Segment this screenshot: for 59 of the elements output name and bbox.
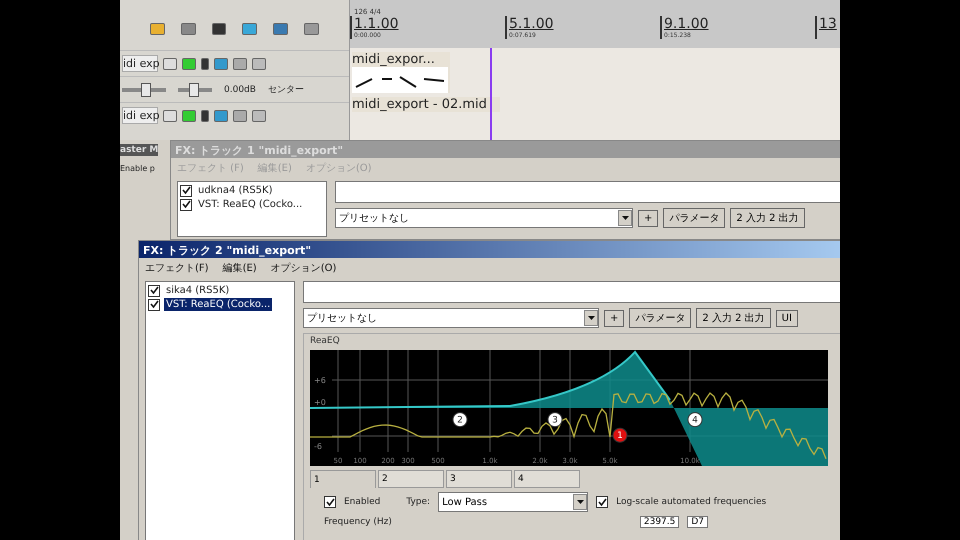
preset-dropdown[interactable]: プリセットなし (303, 308, 599, 328)
plugin-item[interactable]: VST: ReaEQ (Cocko... (164, 298, 272, 311)
plugin-item[interactable]: udkna4 (RS5K) (196, 184, 275, 197)
midi-clip[interactable]: midi_export - 02.mid (352, 97, 500, 112)
window-title: FX: トラック 2 "midi_export" (139, 241, 840, 258)
bar-label: 9.1.00 (664, 16, 710, 32)
toolbar-button[interactable]: 2 入力 2 出力 (730, 208, 805, 228)
menu-item[interactable]: エフェクト(F) (145, 261, 209, 276)
band-tab[interactable]: 4 (514, 470, 580, 488)
band-tab[interactable]: 1 (310, 470, 376, 488)
toolbar-button[interactable]: 2 入力 2 出力 (696, 308, 771, 328)
checkbox[interactable] (324, 496, 336, 508)
eq-band-handle[interactable]: 3 (548, 412, 562, 428)
checkbox[interactable] (596, 496, 608, 508)
slider-thumb[interactable] (140, 82, 151, 96)
plugin-name-field[interactable] (303, 281, 840, 303)
plugin-item[interactable]: VST: ReaEQ (Cocko... (196, 198, 304, 211)
checkbox-label: Enable p (120, 164, 155, 173)
checkbox-label: Log-scale automated frequencies (616, 497, 766, 507)
menu-item[interactable]: 編集(E) (222, 261, 257, 276)
checkbox[interactable] (180, 198, 192, 210)
gain-label: -6 (314, 442, 322, 451)
eq-band-handle[interactable]: 2 (452, 412, 468, 428)
frequency-field[interactable]: 2397.5 (640, 516, 680, 528)
type-label: Type: (406, 497, 430, 507)
track-name[interactable]: idi exp (122, 55, 158, 72)
toolbar-button[interactable]: パラメータ (663, 208, 726, 228)
menu-item[interactable]: オプション(O) (270, 261, 336, 276)
midi-clip[interactable]: midi_expor... (352, 52, 450, 93)
checkbox-label: Enabled (344, 497, 380, 507)
group-label: ReaEQ (310, 336, 341, 346)
window-title: FX: トラック 1 "midi_export" (171, 141, 840, 158)
band-tab[interactable]: 2 (378, 470, 444, 488)
eq-band-handle[interactable]: 4 (688, 412, 702, 428)
volume-readout: 0.00dB (224, 84, 256, 94)
slider-thumb[interactable] (188, 82, 199, 96)
toolbar-button[interactable]: + (604, 310, 624, 326)
pan-readout: センター (268, 84, 304, 96)
note-field[interactable]: D7 (687, 516, 708, 528)
checkbox[interactable] (148, 284, 160, 296)
toolbar-button[interactable]: パラメータ (629, 308, 692, 328)
checkbox[interactable] (180, 184, 192, 196)
toolbar-button[interactable]: UI (776, 310, 798, 326)
plugin-item[interactable]: sika4 (RS5K) (164, 284, 232, 297)
checkbox[interactable] (148, 298, 160, 310)
master-track-label: aster M (120, 144, 158, 156)
track-name[interactable]: idi exp (122, 107, 158, 124)
gain-label: +0 (314, 398, 326, 407)
frequency-label: Frequency (Hz) (324, 517, 392, 527)
bar-label: 5.1.00 (509, 16, 555, 32)
bar-label: 1.1.00 (354, 16, 400, 32)
eq-band-handle[interactable]: 1 (612, 428, 628, 443)
gain-label: +6 (314, 376, 326, 385)
plugin-name-field[interactable] (335, 181, 840, 203)
bar-label: 13 (819, 16, 838, 32)
type-dropdown[interactable]: Low Pass (438, 492, 588, 512)
band-tab[interactable]: 3 (446, 470, 512, 488)
toolbar-button[interactable]: + (638, 210, 658, 226)
preset-dropdown[interactable]: プリセットなし (335, 208, 633, 228)
